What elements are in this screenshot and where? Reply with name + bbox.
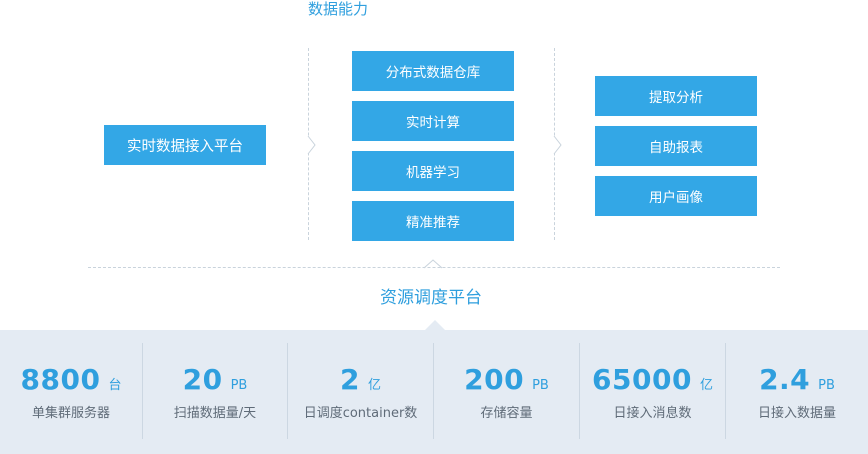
stat-value: 200 <box>464 363 525 396</box>
stat-item: 200 PB 存储容量 <box>434 343 579 439</box>
stat-item: 65000 亿 日接入消息数 <box>580 343 725 439</box>
resource-scheduling-title: 资源调度平台 <box>380 288 482 308</box>
stat-unit: PB <box>230 378 248 393</box>
resource-divider-line <box>88 267 780 268</box>
middle-box-warehouse: 分布式数据仓库 <box>352 51 514 91</box>
stat-unit: 亿 <box>699 378 713 393</box>
right-box-user-profile: 用户画像 <box>595 176 757 216</box>
stats-notch <box>425 320 445 330</box>
middle-box-machine-learning: 机器学习 <box>352 151 514 191</box>
stat-unit: PB <box>818 378 835 393</box>
stat-value: 65000 <box>592 363 692 396</box>
middle-box-precise-recommend: 精准推荐 <box>352 201 514 241</box>
right-divider-line <box>554 48 555 240</box>
stat-unit: PB <box>532 378 549 393</box>
left-divider-chevron <box>304 140 315 151</box>
stat-label: 扫描数据量/天 <box>173 406 257 421</box>
stat-item: 2.4 PB 日接入数据量 <box>726 343 868 439</box>
stat-value: 8800 <box>20 363 101 396</box>
stat-value: 20 <box>182 363 223 396</box>
middle-box-realtime-compute: 实时计算 <box>352 101 514 141</box>
stat-label: 日调度container数 <box>303 406 418 421</box>
right-box-self-report: 自助报表 <box>595 126 757 166</box>
right-box-extract-analysis: 提取分析 <box>595 76 757 116</box>
stat-unit: 亿 <box>367 378 381 393</box>
stat-unit: 台 <box>108 378 122 393</box>
data-capability-title: 数据能力 <box>308 0 369 18</box>
stat-item: 8800 台 单集群服务器 <box>0 343 142 439</box>
stat-label: 日接入数据量 <box>757 406 836 421</box>
stat-item: 2亿 日调度container数 <box>288 343 433 439</box>
stat-label: 日接入消息数 <box>613 406 692 421</box>
stat-label: 存储容量 <box>480 406 533 421</box>
stat-value: 2.4 <box>759 363 811 396</box>
realtime-ingest-box: 实时数据接入平台 <box>104 125 266 165</box>
stat-value: 2 <box>340 363 360 396</box>
stat-label: 单集群服务器 <box>31 406 110 421</box>
right-chevron-icon <box>553 135 562 155</box>
stat-item: 20 PB 扫描数据量/天 <box>143 343 287 439</box>
